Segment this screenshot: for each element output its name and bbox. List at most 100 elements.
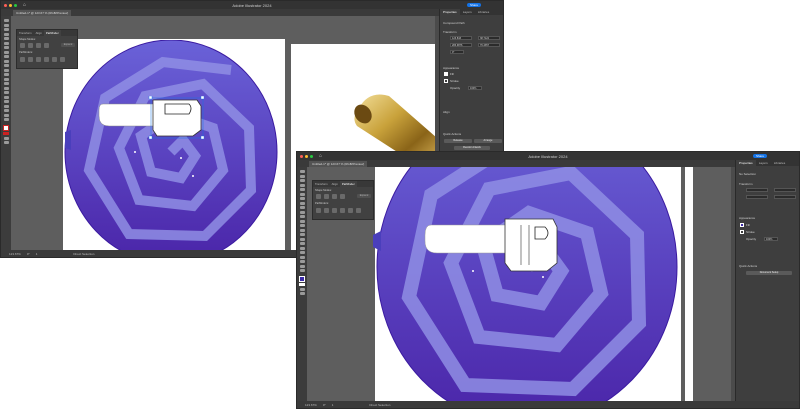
lasso-tool-icon[interactable] xyxy=(299,183,305,187)
expand-button[interactable]: Expand xyxy=(357,194,371,198)
crop-icon[interactable] xyxy=(340,208,345,213)
paintbrush-tool-icon[interactable] xyxy=(3,59,9,63)
eraser-tool-icon[interactable] xyxy=(299,219,305,223)
purple-spiral-circle[interactable] xyxy=(373,167,683,403)
y-field[interactable]: 283.9876 xyxy=(450,43,472,47)
share-button[interactable]: Share xyxy=(752,154,767,158)
blend-tool-icon[interactable] xyxy=(299,255,305,259)
gradient-tool-icon[interactable] xyxy=(3,95,9,99)
tab-pathfinder[interactable]: Pathfinder xyxy=(43,30,61,36)
outline-icon[interactable] xyxy=(52,57,57,62)
tab-transform[interactable]: Transform xyxy=(17,30,34,36)
rotate-tool-icon[interactable] xyxy=(3,73,9,76)
free-transform-tool-icon[interactable] xyxy=(3,86,9,90)
shape-builder-tool-icon[interactable] xyxy=(3,91,9,94)
eraser-tool-icon[interactable] xyxy=(3,68,9,72)
stroke-swatch-icon[interactable] xyxy=(299,283,305,286)
h-field[interactable]: 76.4357 xyxy=(478,43,500,47)
unite-icon[interactable] xyxy=(316,194,321,199)
close-icon[interactable] xyxy=(300,154,303,158)
home-icon[interactable]: ⌂ xyxy=(319,153,322,159)
trim-icon[interactable] xyxy=(324,208,329,213)
outline-icon[interactable] xyxy=(348,208,353,213)
tab-align[interactable]: Align xyxy=(330,181,340,187)
artboard-number[interactable]: 1 xyxy=(332,403,334,407)
artboard-number[interactable]: 1 xyxy=(36,252,38,256)
curvature-tool-icon[interactable] xyxy=(299,192,305,196)
screen-mode-icon[interactable] xyxy=(3,141,9,144)
trim-icon[interactable] xyxy=(28,57,33,62)
home-icon[interactable]: ⌂ xyxy=(23,2,26,8)
y-field[interactable] xyxy=(746,195,768,199)
pencil-tool-icon[interactable] xyxy=(3,64,9,67)
gradient-tool-icon[interactable] xyxy=(299,246,305,250)
merge-icon[interactable] xyxy=(332,208,337,213)
maximize-icon[interactable] xyxy=(310,154,313,158)
h-field[interactable] xyxy=(774,195,796,199)
release-button[interactable]: Release xyxy=(444,139,472,143)
width-tool-icon[interactable] xyxy=(3,82,9,85)
rectangle-tool-icon[interactable] xyxy=(3,55,9,58)
hand-tool-icon[interactable] xyxy=(3,113,9,117)
zoom-readout[interactable]: 123.67% xyxy=(9,252,21,256)
artboard-tool-icon[interactable] xyxy=(3,109,9,112)
selection-tool-icon[interactable] xyxy=(3,19,9,22)
intersect-icon[interactable] xyxy=(332,194,337,199)
rotation-readout[interactable]: 0° xyxy=(27,252,30,256)
tab-libraries[interactable]: Libraries xyxy=(771,160,789,166)
curvature-tool-icon[interactable] xyxy=(3,41,9,45)
tab-properties[interactable]: Properties xyxy=(736,160,756,166)
tab-layers[interactable]: Layers xyxy=(756,160,771,166)
lasso-tool-icon[interactable] xyxy=(3,32,9,36)
stroke-swatch[interactable] xyxy=(740,230,744,234)
free-transform-tool-icon[interactable] xyxy=(299,237,305,241)
zoom-tool-icon[interactable] xyxy=(3,118,9,121)
minus-back-icon[interactable] xyxy=(356,208,361,213)
blend-tool-icon[interactable] xyxy=(3,104,9,108)
exclude-icon[interactable] xyxy=(44,43,49,48)
document-setup-button[interactable]: Document Setup xyxy=(746,271,792,275)
opacity-field[interactable]: 100% xyxy=(764,237,778,241)
pen-shape[interactable] xyxy=(421,215,561,275)
purple-spiral-circle[interactable] xyxy=(63,40,283,252)
tab-align[interactable]: Align xyxy=(34,30,44,36)
w-field[interactable]: 38.7122 xyxy=(478,36,500,40)
zoom-tool-icon[interactable] xyxy=(299,269,305,272)
tab-libraries[interactable]: Libraries xyxy=(475,9,493,15)
screen-mode-icon[interactable] xyxy=(299,292,305,295)
arrange-button[interactable]: Arrange xyxy=(474,139,502,143)
magic-wand-tool-icon[interactable] xyxy=(299,179,305,182)
divide-icon[interactable] xyxy=(20,57,25,62)
pen-shape-selected[interactable] xyxy=(97,96,217,146)
share-button[interactable]: Share xyxy=(466,3,481,7)
direct-selection-tool-icon[interactable] xyxy=(3,23,9,27)
angle-field[interactable]: 0° xyxy=(450,50,464,54)
shape-builder-tool-icon[interactable] xyxy=(299,242,305,245)
stroke-swatch[interactable] xyxy=(444,79,448,83)
recolor-button[interactable]: Recolor Artwork xyxy=(454,146,490,150)
type-tool-icon[interactable] xyxy=(299,197,305,200)
tab-properties[interactable]: Properties xyxy=(440,9,460,15)
exclude-icon[interactable] xyxy=(340,194,345,199)
scale-tool-icon[interactable] xyxy=(3,77,9,81)
divide-icon[interactable] xyxy=(316,208,321,213)
line-tool-icon[interactable] xyxy=(299,201,305,205)
rotate-tool-icon[interactable] xyxy=(299,224,305,227)
close-icon[interactable] xyxy=(4,3,7,7)
merge-icon[interactable] xyxy=(36,57,41,62)
fill-swatch[interactable] xyxy=(444,72,448,76)
crop-icon[interactable] xyxy=(44,57,49,62)
pen-tool-icon[interactable] xyxy=(299,188,305,191)
rectangle-tool-icon[interactable] xyxy=(299,206,305,209)
eyedropper-tool-icon[interactable] xyxy=(3,100,9,103)
x-field[interactable]: 123.843 xyxy=(450,36,472,40)
drawing-modes-icon[interactable] xyxy=(3,136,9,140)
drawing-modes-icon[interactable] xyxy=(299,287,305,291)
direct-selection-tool-icon[interactable] xyxy=(299,174,305,178)
fill-swatch-icon[interactable] xyxy=(3,124,9,131)
width-tool-icon[interactable] xyxy=(299,233,305,236)
fill-swatch[interactable] xyxy=(740,223,744,227)
unite-icon[interactable] xyxy=(20,43,25,48)
w-field[interactable] xyxy=(774,188,796,192)
hand-tool-icon[interactable] xyxy=(299,264,305,268)
